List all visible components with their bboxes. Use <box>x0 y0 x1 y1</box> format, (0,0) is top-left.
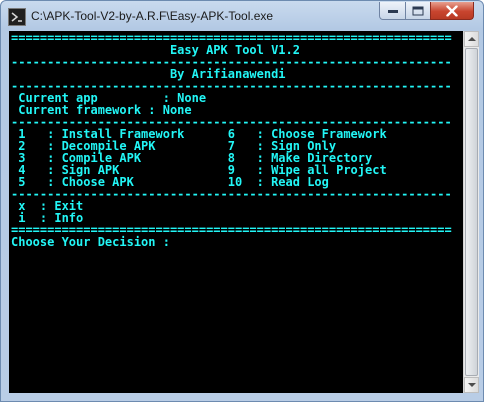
console-output[interactable]: ========================================… <box>9 31 463 393</box>
close-button[interactable] <box>430 2 474 20</box>
vertical-scrollbar[interactable] <box>463 31 479 393</box>
terminal-icon[interactable] <box>8 8 26 26</box>
chevron-down-icon <box>468 383 476 387</box>
console-line: Choose Your Decision : <box>11 235 170 249</box>
scroll-up-button[interactable] <box>464 31 479 47</box>
minimize-icon <box>387 9 398 13</box>
close-icon <box>446 5 458 16</box>
window-title: C:\APK-Tool-V2-by-A.R.F\Easy-APK-Tool.ex… <box>31 9 274 23</box>
chevron-up-icon <box>468 37 476 41</box>
console-text: ========================================… <box>11 32 452 248</box>
maximize-button[interactable] <box>405 2 431 20</box>
maximize-icon <box>412 6 424 15</box>
scroll-down-button[interactable] <box>464 377 479 393</box>
console-window: C:\APK-Tool-V2-by-A.R.F\Easy-APK-Tool.ex… <box>0 0 484 402</box>
title-bar[interactable]: C:\APK-Tool-V2-by-A.R.F\Easy-APK-Tool.ex… <box>1 1 483 31</box>
minimize-button[interactable] <box>379 2 406 20</box>
scroll-thumb[interactable] <box>465 48 478 376</box>
